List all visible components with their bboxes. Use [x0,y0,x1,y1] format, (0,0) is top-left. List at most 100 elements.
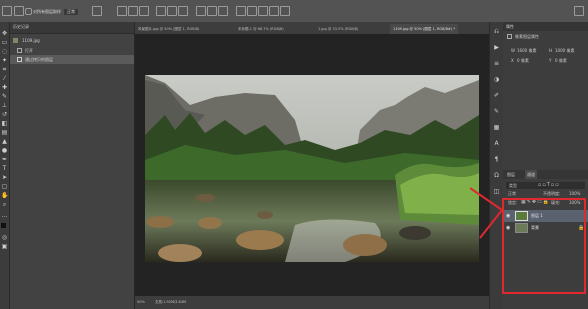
adjustments-icon[interactable]: ◑ [493,76,500,83]
type-tool-icon[interactable]: T [1,165,8,172]
zoom-level[interactable]: 50% [137,300,145,304]
pressure-opacity-icon[interactable] [92,6,102,16]
dodge-tool-icon[interactable]: ● [1,147,8,154]
history-panel-header: 历史记录 [10,22,134,34]
arrange-icon[interactable] [218,6,228,16]
brush-preset-icon[interactable] [14,6,24,16]
sample-checkbox[interactable] [25,8,32,15]
opacity-field[interactable]: 100% [569,191,580,196]
magic-wand-icon[interactable]: ✦ [1,57,8,64]
blur-tool-icon[interactable]: ▲ [1,138,8,145]
3d-roll-icon[interactable] [247,6,257,16]
shape-tool-icon[interactable]: ▢ [1,183,8,190]
options-bar: 对所有图层取样 正常 [0,0,588,23]
snapshot-thumbnail [13,38,18,43]
doc-tab[interactable]: 风景图片.jpg @ 50% (图层 1, RGB/8) [135,24,202,34]
move-tool-icon[interactable]: ✥ [1,30,8,37]
history-item-label: 打开 [25,48,33,53]
doc-tab-active[interactable]: 1109.jpg @ 50% (图层 1, RGB/8#) * [390,24,459,34]
mode-select[interactable]: 正常 [64,9,78,15]
zoom-tool-icon[interactable]: ⌕ [1,201,8,208]
status-bar: 50% 文档:1.92M/3.84M [135,296,489,309]
path-select-icon[interactable]: ➤ [1,174,8,181]
hand-tool-icon[interactable]: ✋ [1,192,8,199]
history-panel: 历史记录 1109.jpg 打开 通过拷贝的图层 [10,22,134,309]
swatches-icon[interactable]: ▦ [493,124,500,131]
marquee-tool-icon[interactable]: ▭ [1,39,8,46]
annotation-arrow [470,187,503,239]
history-step-icon [17,57,22,62]
landscape-image [145,75,479,262]
landscape-photo[interactable] [145,75,479,262]
layers-panel-header: 图层 通道 [503,170,588,179]
pixel-layer-icon [507,34,512,39]
character-icon[interactable]: A [493,140,500,147]
layer-filter-bar[interactable]: 类型 ▫▫T▫▫ [506,182,585,189]
healing-brush-icon[interactable]: ✚ [1,84,8,91]
history-step-icon [17,48,22,53]
distribute-bottom-icon[interactable] [178,6,188,16]
tools-panel: ✥ ▭ ◌ ✦ ⌗ ⁄ ✚ ✎ ⊥ ↺ ◧ ▤ ▲ ● ✒ T ➤ ▢ ✋ ⌕ … [0,22,10,309]
3d-scale-icon[interactable] [280,6,290,16]
channels-tab[interactable]: 通道 [525,170,537,179]
layer-filter-label: 类型 [509,183,517,188]
layers-tab[interactable]: 图层 [507,170,515,179]
gradient-icon[interactable]: ▤ [1,129,8,136]
brush-tool-icon[interactable]: ✎ [1,93,8,100]
y-field[interactable]: 0 像素 [555,58,567,64]
history-tab[interactable]: 历史记录 [13,24,29,30]
doc-tab[interactable]: 1.jpg @ 33.3% (RGB/8) [315,24,361,34]
history-snapshot[interactable]: 1109.jpg [10,36,134,45]
pen-tool-icon[interactable]: ✒ [1,156,8,163]
crop-tool-icon[interactable]: ⌗ [1,66,8,73]
search-icon[interactable] [574,6,584,16]
h-label: H [549,48,553,53]
actions-icon[interactable]: ▶ [493,44,500,51]
x-field[interactable]: 0 像素 [517,58,529,64]
3d-drag-icon[interactable] [258,6,268,16]
glyphs-icon[interactable]: Ω [493,172,500,179]
properties-icon[interactable]: ≡ [493,60,500,67]
transform-icon[interactable] [196,6,206,16]
history-item-label: 通过拷贝的图层 [25,57,53,62]
properties-tab[interactable]: 属性 [506,22,514,31]
paragraph-icon[interactable]: ¶ [493,156,500,163]
brush-settings-icon[interactable]: ✎ [493,108,500,115]
doc-tab[interactable]: 未标题-1 @ 66.7% (RGB/8) [235,24,287,34]
properties-panel-header: 属性 [503,22,588,31]
align-right-icon[interactable] [139,6,149,16]
history-brush-icon[interactable]: ↺ [1,111,8,118]
distribute-top-icon[interactable] [156,6,166,16]
history-item-label: 1109.jpg [22,38,40,43]
warp-icon[interactable] [207,6,217,16]
sample-all-layers-label: 对所有图层取样 [33,9,61,14]
filter-icons[interactable]: ▫▫T▫▫ [538,182,560,189]
quick-mask-icon[interactable]: ◎ [1,234,8,241]
highlight-box [502,198,586,294]
eyedropper-icon[interactable]: ⁄ [1,75,8,82]
home-icon[interactable] [2,6,12,16]
w-field[interactable]: 1600 像素 [517,48,536,54]
eraser-icon[interactable]: ◧ [1,120,8,127]
history-step[interactable]: 打开 [10,46,134,55]
distribute-middle-icon[interactable] [167,6,177,16]
history-step-selected[interactable]: 通过拷贝的图层 [10,55,134,64]
document-size[interactable]: 文档:1.92M/3.84M [155,300,186,305]
more-tools-icon[interactable]: … [1,212,8,219]
3d-rotate-icon[interactable] [236,6,246,16]
h-field[interactable]: 1000 像素 [555,48,574,54]
history-panel-icon[interactable]: ⎌ [493,28,500,35]
paths-icon[interactable]: ✐ [493,92,500,99]
properties-title: 像素图层属性 [515,34,539,39]
screen-mode-icon[interactable]: ▣ [1,243,8,250]
opacity-label: 不透明度: [543,191,561,196]
align-center-icon[interactable] [128,6,138,16]
align-left-icon[interactable] [117,6,127,16]
clone-stamp-icon[interactable]: ⊥ [1,102,8,109]
w-label: W [511,48,515,53]
3d-slide-icon[interactable] [269,6,279,16]
y-label: Y [549,58,552,63]
lasso-tool-icon[interactable]: ◌ [1,48,8,55]
x-label: X [511,58,514,63]
foreground-color-swatch[interactable] [1,223,6,228]
